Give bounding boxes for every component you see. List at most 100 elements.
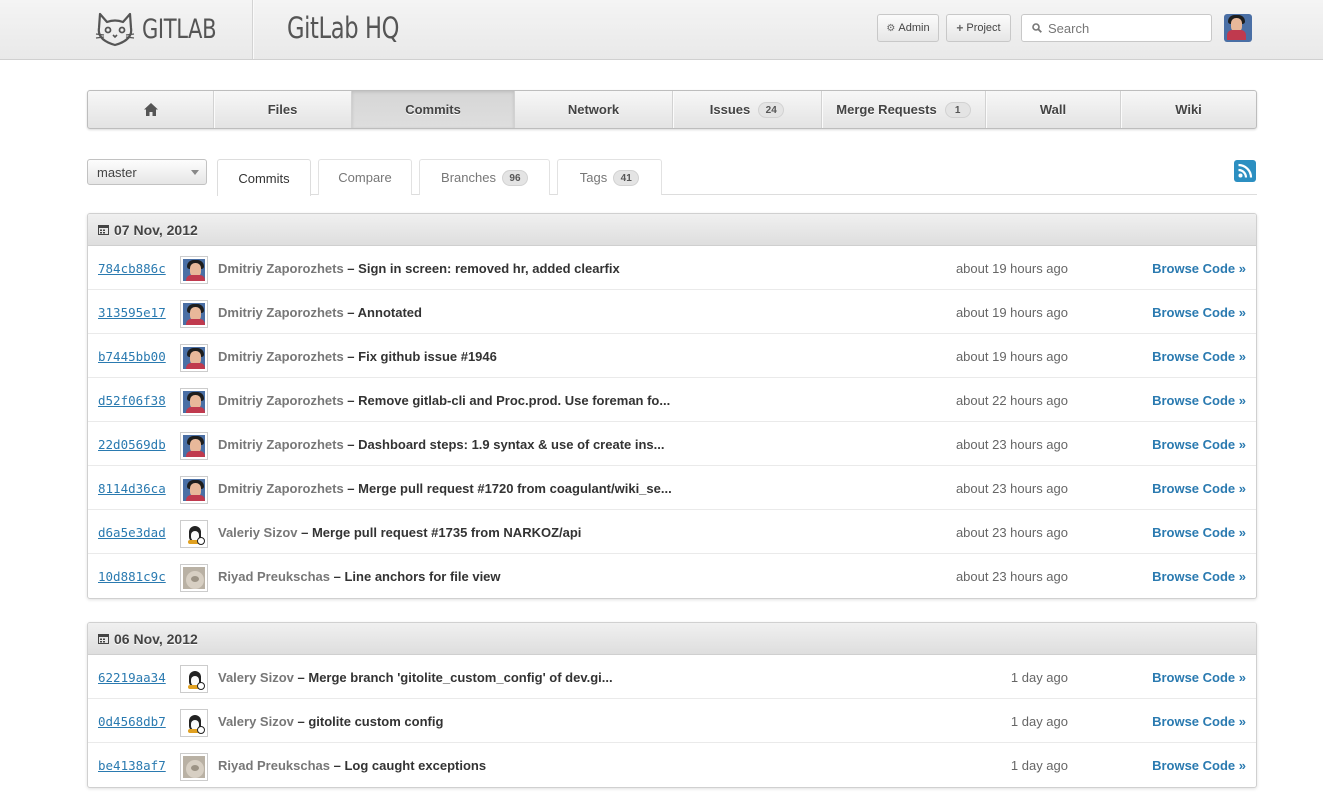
commit-author[interactable]: Dmitriy Zaporozhets <box>218 305 344 320</box>
user-avatar[interactable] <box>1224 14 1252 42</box>
commit-author[interactable]: Valeriy Sizov <box>218 525 298 540</box>
commit-author[interactable]: Valery Sizov <box>218 714 294 729</box>
commit-sha-link[interactable]: b7445bb00 <box>98 349 166 364</box>
commit-author[interactable]: Dmitriy Zaporozhets <box>218 261 344 276</box>
tab-branches-label: Branches <box>441 170 496 185</box>
gitlab-logo[interactable]: GITLAB <box>94 10 237 48</box>
commit-sha-link[interactable]: be4138af7 <box>98 758 166 773</box>
nav-files[interactable]: Files <box>214 91 352 128</box>
browse-code-link[interactable]: Browse Code » <box>1152 305 1246 320</box>
nav-wall[interactable]: Wall <box>986 91 1121 128</box>
commit-author[interactable]: Dmitriy Zaporozhets <box>218 349 344 364</box>
nav-files-label: Files <box>267 102 298 117</box>
separator: – <box>343 305 358 320</box>
separator: – <box>330 758 345 773</box>
nav-network-label: Network <box>567 102 620 117</box>
tab-tags[interactable]: Tags 41 <box>557 159 662 195</box>
commit-time: about 23 hours ago <box>955 569 1068 584</box>
commit-message[interactable]: gitolite custom config <box>308 714 443 729</box>
group-date-header: 07 Nov, 2012 <box>88 214 1256 246</box>
commit-row: 784cb886c Dmitriy Zaporozhets – Sign in … <box>88 246 1256 290</box>
commit-summary: Riyad Preukschas – Log caught exceptions <box>218 758 486 773</box>
commit-day-group: 07 Nov, 2012 784cb886c Dmitriy Zaporozhe… <box>87 213 1257 599</box>
commit-row: d6a5e3dad Valeriy Sizov – Merge pull req… <box>88 510 1256 554</box>
browse-code-link[interactable]: Browse Code » <box>1152 261 1246 276</box>
branch-select[interactable]: master <box>87 159 207 185</box>
commit-row: d52f06f38 Dmitriy Zaporozhets – Remove g… <box>88 378 1256 422</box>
commit-author[interactable]: Dmitriy Zaporozhets <box>218 437 344 452</box>
commit-sha-link[interactable]: 62219aa34 <box>98 670 166 685</box>
merge-requests-count-badge: 1 <box>944 101 971 118</box>
commit-message[interactable]: Merge pull request #1735 from NARKOZ/api <box>312 525 581 540</box>
commit-author[interactable]: Dmitriy Zaporozhets <box>218 393 344 408</box>
nav-issues[interactable]: Issues 24 <box>673 91 822 128</box>
commit-message[interactable]: Fix github issue #1946 <box>358 349 497 364</box>
nav-wiki-label: Wiki <box>1175 102 1202 117</box>
browse-code-link[interactable]: Browse Code » <box>1152 481 1246 496</box>
separator: – <box>330 569 345 584</box>
commit-sha-link[interactable]: 22d0569db <box>98 437 166 452</box>
browse-code-link[interactable]: Browse Code » <box>1152 349 1246 364</box>
browse-code-link[interactable]: Browse Code » <box>1152 714 1246 729</box>
commit-message[interactable]: Dashboard steps: 1.9 syntax & use of cre… <box>358 437 664 452</box>
nav-network[interactable]: Network <box>515 91 673 128</box>
nav-home[interactable] <box>88 91 214 128</box>
commit-sha-link[interactable]: d6a5e3dad <box>98 525 166 540</box>
commit-time: about 19 hours ago <box>955 305 1068 320</box>
project-title[interactable]: GitLab HQ <box>287 11 399 45</box>
commit-sha-link[interactable]: 8114d36ca <box>98 481 166 496</box>
commit-sha-link[interactable]: 0d4568db7 <box>98 714 166 729</box>
commit-sha-link[interactable]: 784cb886c <box>98 261 166 276</box>
commit-message[interactable]: Merge pull request #1720 from coagulant/… <box>358 481 672 496</box>
browse-code-link[interactable]: Browse Code » <box>1152 569 1246 584</box>
commit-message[interactable]: Remove gitlab-cli and Proc.prod. Use for… <box>358 393 670 408</box>
nav-commits[interactable]: Commits <box>352 91 515 128</box>
commit-row: 0d4568db7 Valery Sizov – gitolite custom… <box>88 699 1256 743</box>
commit-author[interactable]: Valery Sizov <box>218 670 294 685</box>
new-project-button[interactable]: + Project <box>946 14 1011 42</box>
nav-commits-label: Commits <box>405 102 461 117</box>
plus-icon: + <box>956 21 964 35</box>
author-avatar <box>180 665 208 693</box>
commit-row: 10d881c9c Riyad Preukschas – Line anchor… <box>88 554 1256 598</box>
commit-summary: Valeriy Sizov – Merge pull request #1735… <box>218 525 581 540</box>
tab-branches[interactable]: Branches 96 <box>419 159 550 195</box>
commit-author[interactable]: Riyad Preukschas <box>218 569 330 584</box>
tab-compare[interactable]: Compare <box>318 159 412 195</box>
tab-commits[interactable]: Commits <box>217 159 311 196</box>
author-avatar <box>180 753 208 781</box>
nav-wiki[interactable]: Wiki <box>1121 91 1256 128</box>
commit-day-group: 06 Nov, 2012 62219aa34 Valery Sizov – Me… <box>87 622 1257 788</box>
browse-code-link[interactable]: Browse Code » <box>1152 670 1246 685</box>
rss-feed-button[interactable] <box>1234 160 1256 182</box>
commit-message[interactable]: Sign in screen: removed hr, added clearf… <box>358 261 620 276</box>
commit-author[interactable]: Riyad Preukschas <box>218 758 330 773</box>
separator: – <box>343 349 359 364</box>
search-input[interactable]: Search <box>1021 14 1212 42</box>
browse-code-link[interactable]: Browse Code » <box>1152 758 1246 773</box>
separator: – <box>343 393 359 408</box>
nav-merge-requests[interactable]: Merge Requests 1 <box>822 91 986 128</box>
commit-message[interactable]: Annotated <box>358 305 422 320</box>
rss-icon <box>1238 163 1253 178</box>
separator: – <box>343 481 359 496</box>
browse-code-link[interactable]: Browse Code » <box>1152 393 1246 408</box>
separator: – <box>343 437 359 452</box>
commit-message[interactable]: Merge branch 'gitolite_custom_config' of… <box>308 670 612 685</box>
author-avatar <box>180 432 208 460</box>
browse-code-link[interactable]: Browse Code » <box>1152 437 1246 452</box>
search-placeholder: Search <box>1048 20 1090 36</box>
admin-button[interactable]: ⚙ Admin <box>877 14 939 42</box>
commit-message[interactable]: Log caught exceptions <box>344 758 486 773</box>
browse-code-link[interactable]: Browse Code » <box>1152 525 1246 540</box>
commit-sha-link[interactable]: 313595e17 <box>98 305 166 320</box>
project-nav: Files Commits Network Issues 24 Merge Re… <box>87 90 1257 129</box>
commit-sha-link[interactable]: d52f06f38 <box>98 393 166 408</box>
commit-sha-link[interactable]: 10d881c9c <box>98 569 166 584</box>
calendar-icon <box>98 634 109 644</box>
commit-author[interactable]: Dmitriy Zaporozhets <box>218 481 344 496</box>
nav-issues-label: Issues <box>709 102 751 117</box>
commit-time: about 23 hours ago <box>955 525 1068 540</box>
commit-message[interactable]: Line anchors for file view <box>344 569 500 584</box>
gear-icon: ⚙ <box>886 22 896 34</box>
